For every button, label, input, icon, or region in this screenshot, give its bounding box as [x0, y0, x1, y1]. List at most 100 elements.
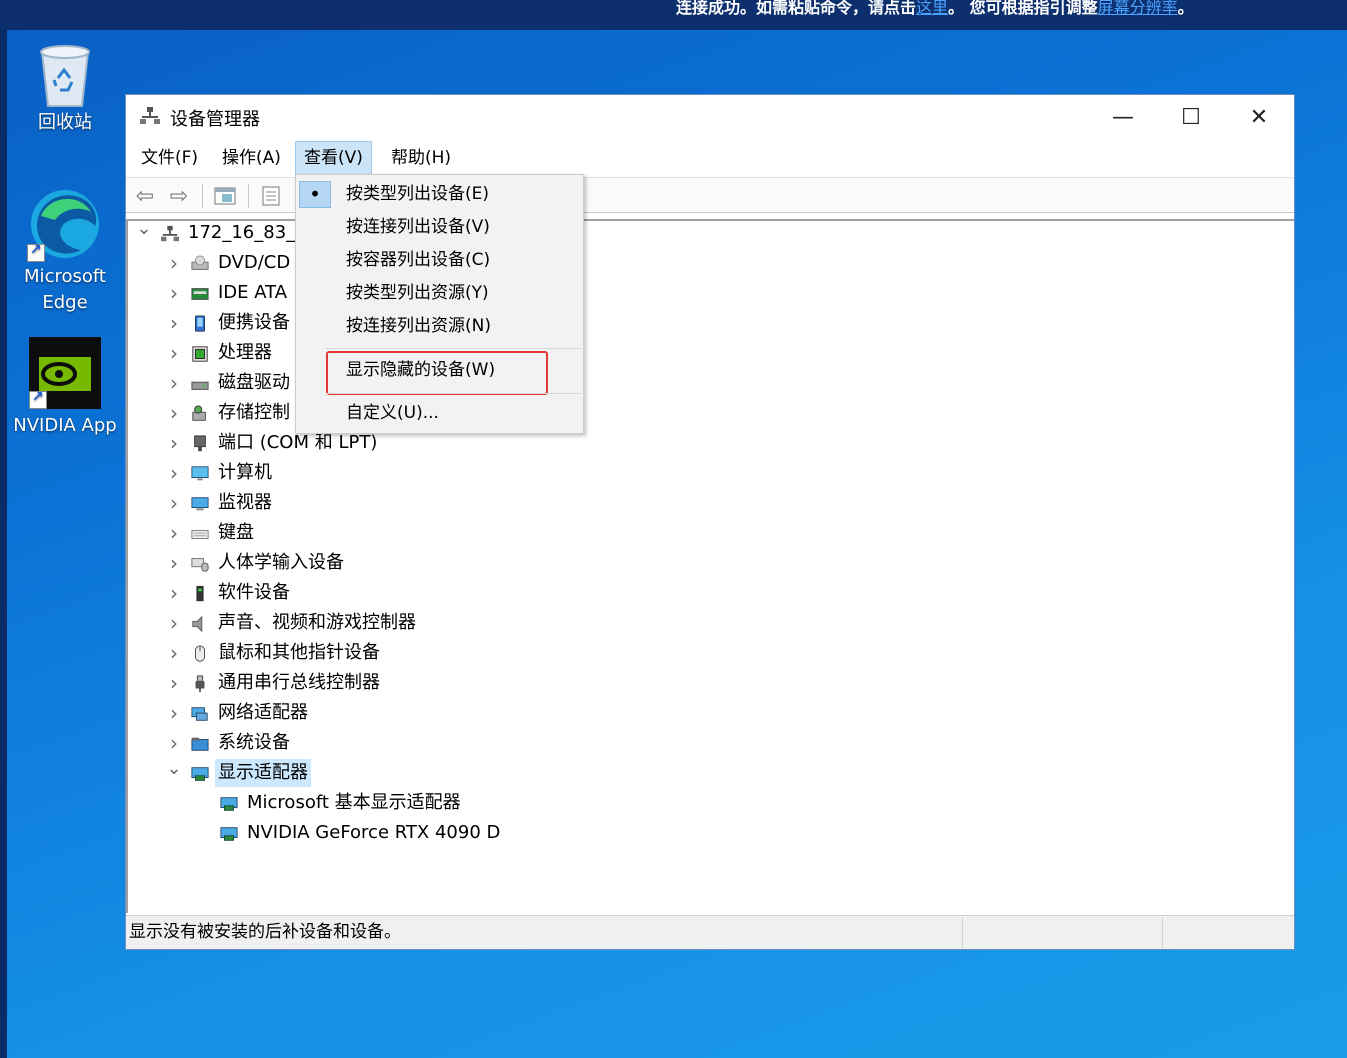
tree-node[interactable]: › 计算机 — [166, 459, 626, 487]
chevron-right-icon[interactable]: › — [166, 669, 182, 697]
maximize-button[interactable]: ☐ — [1158, 95, 1224, 139]
chevron-right-icon[interactable]: › — [166, 369, 182, 397]
tree-leaf-display-adapter[interactable]: NVIDIA GeForce RTX 4090 D — [195, 819, 595, 847]
keyboard-icon — [190, 524, 210, 542]
menu-item-devices-by-type[interactable]: • 按类型列出设备(E) — [296, 178, 583, 211]
chevron-right-icon[interactable]: › — [166, 459, 182, 487]
menu-item-resources-by-connection[interactable]: 按连接列出资源(N) — [296, 310, 583, 343]
menu-item-label: 按类型列出资源(Y) — [346, 283, 489, 303]
chevron-right-icon[interactable]: › — [166, 519, 182, 547]
menu-item-devices-by-connection[interactable]: 按连接列出设备(V) — [296, 211, 583, 244]
back-button[interactable]: ⇦ — [132, 183, 158, 209]
chevron-right-icon[interactable]: › — [166, 489, 182, 517]
menu-file[interactable]: 文件(F) — [133, 141, 206, 175]
shortcut-arrow-icon — [29, 389, 47, 409]
chevron-right-icon[interactable]: › — [166, 609, 182, 637]
desktop-icon-recycle-bin[interactable]: 回收站 — [10, 42, 120, 136]
close-button[interactable]: ✕ — [1226, 95, 1292, 139]
chevron-down-icon[interactable]: ⌄ — [166, 755, 182, 783]
view-menu-dropdown: • 按类型列出设备(E) 按连接列出设备(V) 按容器列出设备(C) 按类型列出… — [295, 174, 584, 434]
status-text: 显示没有被安装的后补设备和设备。 — [129, 922, 401, 942]
back-arrow-icon: ⇦ — [135, 183, 155, 209]
desktop-icon-nvidia-app[interactable]: NVIDIA App — [10, 337, 120, 439]
chevron-right-icon[interactable]: › — [166, 279, 182, 307]
tree-node[interactable]: › 鼠标和其他指针设备 — [166, 639, 626, 667]
desktop-icon-edge[interactable]: Microsoft Edge — [10, 186, 120, 316]
tree-node[interactable]: › 网络适配器 — [166, 699, 626, 727]
tree-leaf-label: NVIDIA GeForce RTX 4090 D — [247, 822, 501, 843]
screen-resolution-link[interactable]: 屏幕分辨率 — [1098, 0, 1178, 17]
toolbar-separator — [202, 184, 203, 208]
tree-node[interactable]: ⌄ 显示适配器 — [166, 758, 626, 787]
window-title: 设备管理器 — [170, 109, 260, 130]
desktop-icon-label: Microsoft Edge — [24, 266, 106, 313]
chevron-down-icon[interactable]: ⌄ — [136, 221, 152, 243]
speaker-icon — [190, 614, 210, 633]
menu-item-resources-by-type[interactable]: 按类型列出资源(Y) — [296, 277, 583, 310]
properties-icon — [262, 186, 280, 206]
tree-node[interactable]: › 系统设备 — [166, 729, 626, 757]
menu-action[interactable]: 操作(A) — [214, 141, 289, 175]
properties-button[interactable] — [258, 183, 284, 209]
tree-node-label: 便携设备 — [218, 312, 290, 333]
tree-node[interactable]: › 通用串行总线控制器 — [166, 669, 626, 697]
recycle-bin-icon — [40, 45, 90, 107]
chevron-right-icon[interactable]: › — [166, 729, 182, 757]
tree-node-label: 系统设备 — [218, 732, 290, 753]
menu-item-label: 按容器列出设备(C) — [346, 250, 491, 270]
title-bar[interactable]: 设备管理器 — ☐ ✕ — [126, 95, 1294, 139]
console-tree-button[interactable] — [212, 183, 238, 209]
menu-item-customize[interactable]: 自定义(U)... — [296, 397, 583, 430]
status-divider — [962, 918, 963, 948]
chevron-right-icon[interactable]: › — [166, 309, 182, 337]
chevron-right-icon[interactable]: › — [166, 429, 182, 457]
menu-item-devices-by-container[interactable]: 按容器列出设备(C) — [296, 244, 583, 277]
paste-command-link[interactable]: 这里 — [916, 0, 948, 17]
chevron-right-icon[interactable]: › — [166, 399, 182, 427]
monitor-icon — [190, 494, 210, 512]
close-icon: ✕ — [1249, 104, 1269, 130]
status-divider — [1162, 918, 1163, 948]
banner-message: 连接成功。如需粘贴命令，请点击这里。 您可根据指引调整屏幕分辨率。 — [676, 0, 1194, 16]
tree-root-label: 172_16_83_ — [188, 222, 296, 243]
status-bar: 显示没有被安装的后补设备和设备。 — [126, 915, 1294, 949]
network-adapter-icon — [190, 704, 210, 722]
tree-node-label: 键盘 — [218, 522, 254, 543]
chevron-right-icon[interactable]: › — [166, 249, 182, 277]
tree-node-label: 处理器 — [218, 342, 272, 363]
tree-node-label: 网络适配器 — [218, 702, 308, 723]
minimize-icon: — — [1112, 104, 1134, 130]
desktop-icon-label: 回收站 — [38, 112, 92, 133]
chevron-right-icon[interactable]: › — [166, 699, 182, 727]
menu-separator — [326, 393, 581, 394]
forward-button[interactable]: ⇨ — [166, 183, 192, 209]
tree-node-label: IDE ATA — [218, 282, 288, 303]
device-manager-icon — [140, 107, 160, 124]
hid-icon — [190, 554, 210, 572]
connection-banner: 连接成功。如需粘贴命令，请点击这里。 您可根据指引调整屏幕分辨率。 — [0, 0, 1347, 30]
tree-node-label: 声音、视频和游戏控制器 — [218, 612, 416, 633]
tree-node-label: 存储控制 — [218, 402, 290, 423]
tree-node[interactable]: › 键盘 — [166, 519, 626, 547]
chevron-right-icon[interactable]: › — [166, 339, 182, 367]
red-highlight-box — [326, 351, 548, 395]
tree-root[interactable]: ⌄ 172_16_83_ — [136, 221, 306, 247]
display-adapter-icon — [219, 824, 239, 842]
tree-node-label: 人体学输入设备 — [218, 552, 344, 573]
chevron-right-icon[interactable]: › — [166, 579, 182, 607]
menu-separator — [326, 348, 581, 349]
display-adapter-icon — [190, 764, 210, 782]
menu-view[interactable]: 查看(V) — [295, 141, 372, 175]
tree-node[interactable]: › 软件设备 — [166, 579, 626, 607]
portable-device-icon — [190, 314, 210, 332]
tree-leaf-display-adapter[interactable]: Microsoft 基本显示适配器 — [195, 789, 595, 817]
menu-help[interactable]: 帮助(H) — [383, 141, 459, 175]
chevron-right-icon[interactable]: › — [166, 639, 182, 667]
tree-node-label: 磁盘驱动 — [218, 372, 290, 393]
tree-node[interactable]: › 声音、视频和游戏控制器 — [166, 609, 626, 637]
computer-node-icon — [160, 224, 180, 242]
tree-node[interactable]: › 监视器 — [166, 489, 626, 517]
tree-node[interactable]: › 人体学输入设备 — [166, 549, 626, 577]
minimize-button[interactable]: — — [1090, 95, 1156, 139]
chevron-right-icon[interactable]: › — [166, 549, 182, 577]
